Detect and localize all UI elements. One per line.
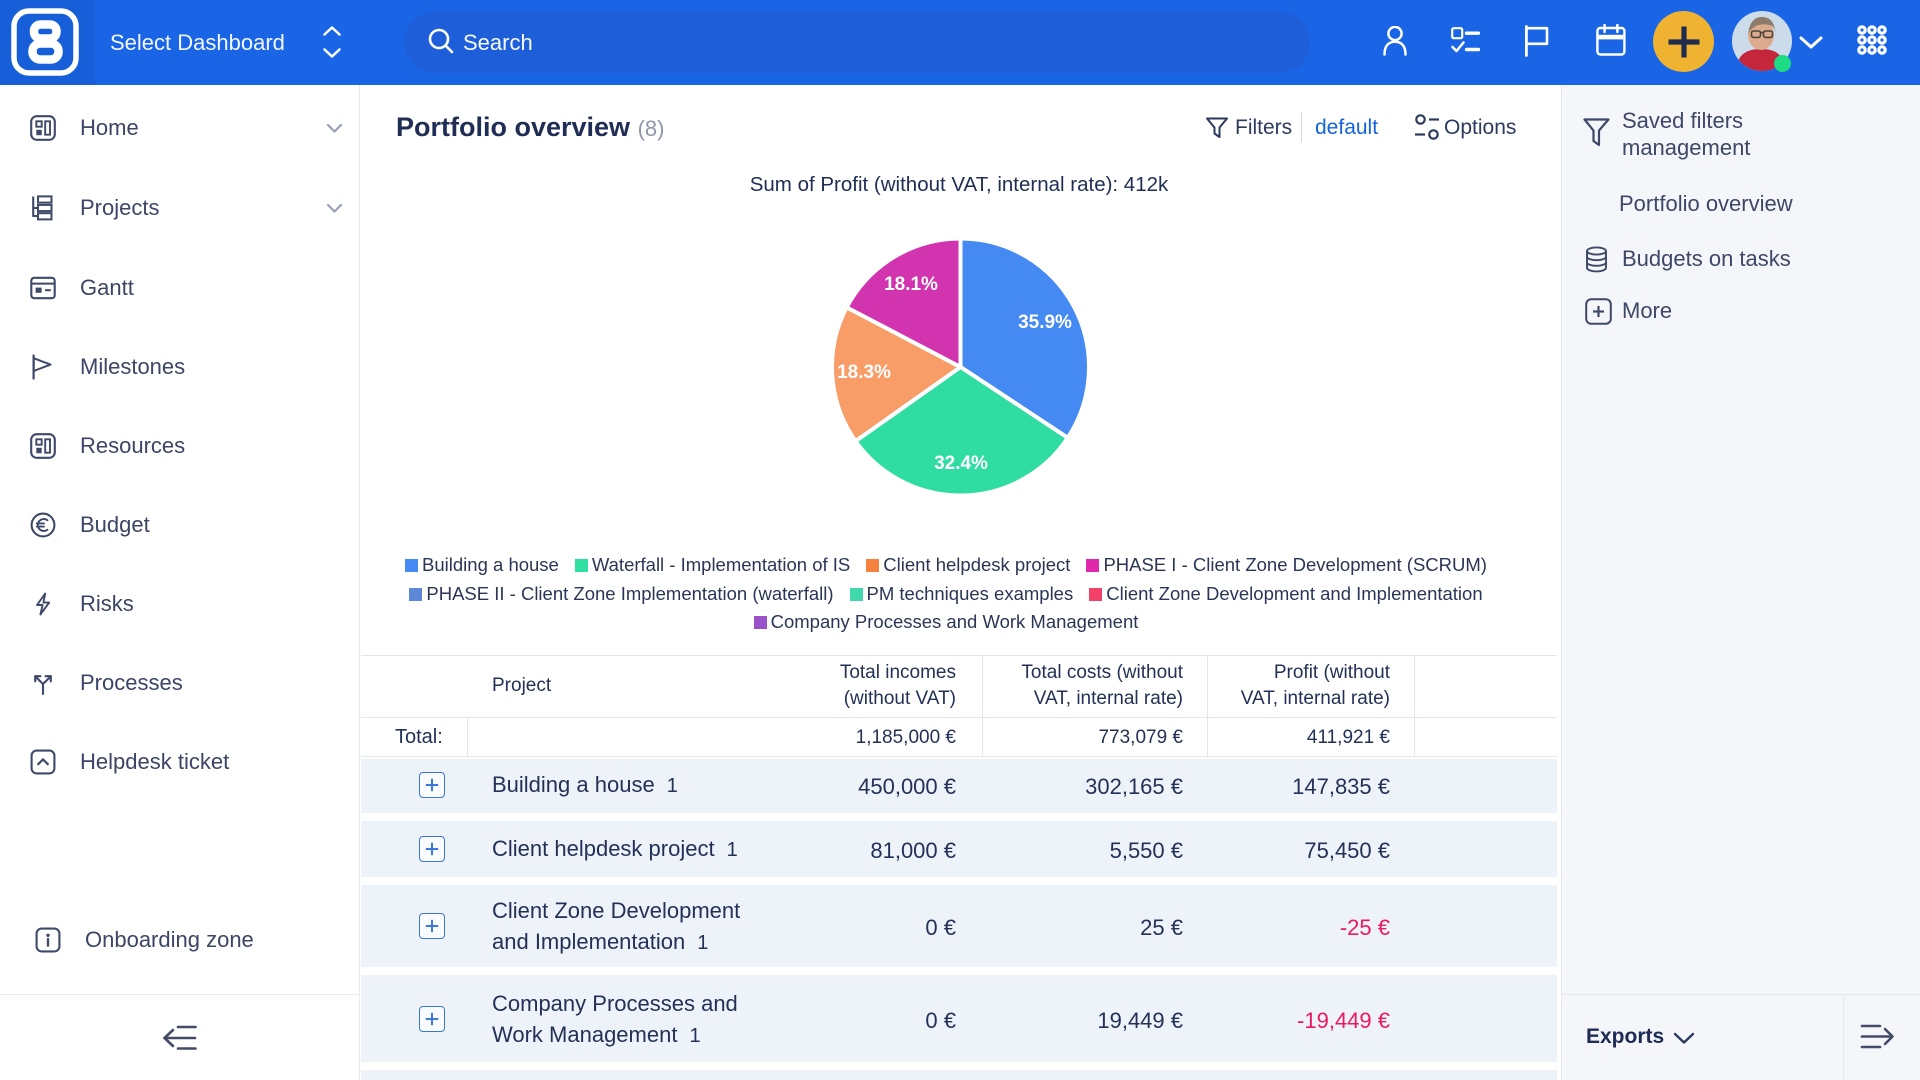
svg-text:18.1%: 18.1% xyxy=(884,274,938,295)
svg-text:18.3%: 18.3% xyxy=(837,362,891,383)
svg-text:35.9%: 35.9% xyxy=(1018,312,1072,333)
svg-text:32.4%: 32.4% xyxy=(934,453,988,474)
